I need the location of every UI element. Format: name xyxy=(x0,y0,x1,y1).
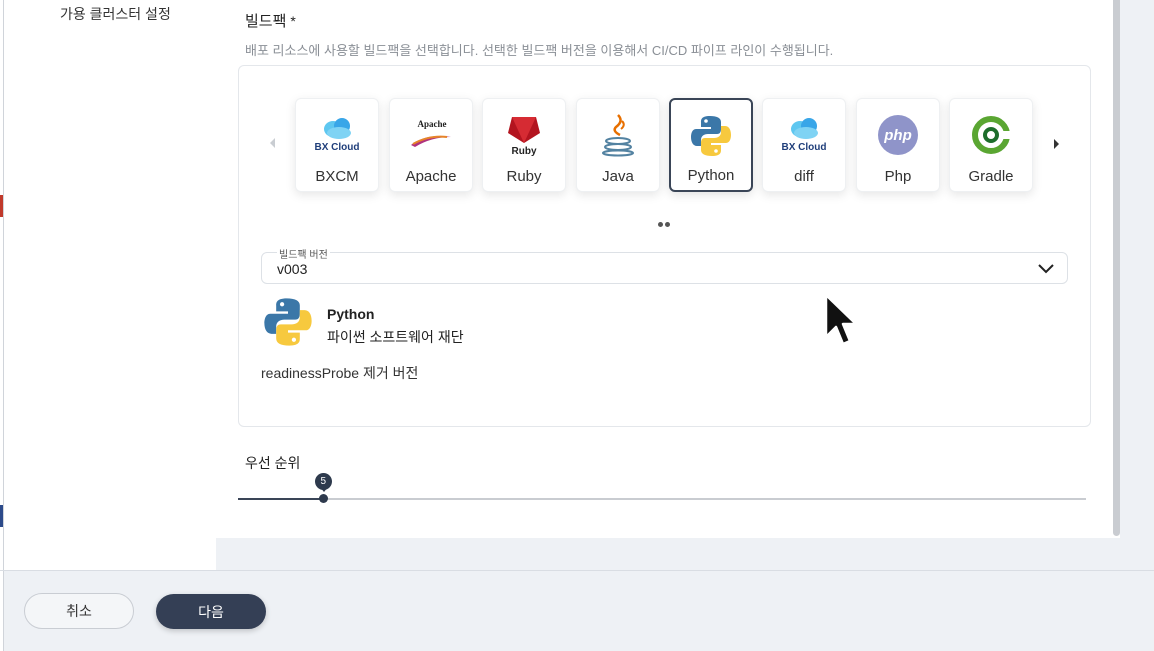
svg-text:php: php xyxy=(883,127,912,144)
scrollbar[interactable] xyxy=(1113,0,1120,536)
cancel-button[interactable]: 취소 xyxy=(24,593,134,629)
svg-text:BX Cloud: BX Cloud xyxy=(782,142,827,153)
python-icon xyxy=(262,296,314,348)
buildpack-detail-name: Python xyxy=(327,306,375,322)
buildpack-card-gradle[interactable]: Gradle xyxy=(949,98,1033,192)
buildpack-version-select[interactable]: 빌드팩 버전 v003 xyxy=(261,246,1068,284)
chevron-down-icon[interactable] xyxy=(1037,259,1055,282)
next-button[interactable]: 다음 xyxy=(156,594,266,629)
buildpack-title: 빌드팩 * xyxy=(245,13,296,30)
priority-slider-thumb[interactable] xyxy=(318,494,328,503)
svg-text:Apache: Apache xyxy=(418,119,447,129)
buildpack-version-label: 빌드팩 버전 xyxy=(277,246,330,261)
sidebar-item-cluster-settings[interactable]: 가용 클러스터 설정 xyxy=(60,4,171,24)
apache-icon: Apache xyxy=(407,113,455,157)
buildpack-detail-vendor: 파이썬 소프트웨어 재단 xyxy=(327,329,464,345)
priority-slider[interactable]: 5 xyxy=(238,473,1086,503)
buildpack-version-value: v003 xyxy=(277,261,308,277)
required-mark: * xyxy=(290,13,296,29)
buildpack-card-php[interactable]: php Php xyxy=(856,98,940,192)
ruby-icon: Ruby xyxy=(500,113,548,157)
buildpack-card-python[interactable]: Python xyxy=(669,98,753,192)
java-icon xyxy=(594,113,642,157)
buildpack-card-label: BXCM xyxy=(315,168,359,185)
buildpack-card-label: Python xyxy=(687,167,735,184)
buildpack-card-label: Java xyxy=(602,168,634,185)
python-icon xyxy=(687,114,735,158)
buildpack-card-label: Ruby xyxy=(506,168,542,185)
buildpack-card-label: Apache xyxy=(405,168,457,185)
carousel-pagination[interactable] xyxy=(658,214,672,232)
priority-value-tooltip: 5 xyxy=(314,473,332,492)
mouse-cursor-icon xyxy=(822,293,858,354)
buildpack-card-label: diff xyxy=(794,168,814,185)
footer-divider xyxy=(0,570,1154,571)
priority-slider-fill xyxy=(238,498,323,500)
carousel-prev-icon[interactable] xyxy=(270,138,275,148)
buildpack-card-java[interactable]: Java xyxy=(576,98,660,192)
bxcloud-icon: BX Cloud xyxy=(780,113,828,157)
sidebar: 가용 클러스터 설정 xyxy=(4,0,216,570)
buildpack-card-label: Gradle xyxy=(968,168,1014,185)
php-icon: php xyxy=(874,113,922,157)
svg-text:Ruby: Ruby xyxy=(512,146,537,157)
buildpack-card-apache[interactable]: Apache Apache xyxy=(389,98,473,192)
buildpack-card-label: Php xyxy=(884,168,912,185)
buildpack-card-bxcm[interactable]: BX Cloud BXCM xyxy=(295,98,379,192)
buildpack-detail-description: readinessProbe 제거 버전 xyxy=(261,365,419,381)
svg-text:BX Cloud: BX Cloud xyxy=(315,142,360,153)
bxcloud-icon: BX Cloud xyxy=(313,113,361,157)
priority-label: 우선 순위 xyxy=(245,455,301,471)
buildpack-card-ruby[interactable]: Ruby Ruby xyxy=(482,98,566,192)
carousel-next-icon[interactable] xyxy=(1054,139,1059,149)
buildpack-card-diff[interactable]: BX Cloud diff xyxy=(762,98,846,192)
gradle-icon xyxy=(967,113,1015,157)
buildpack-description: 배포 리소스에 사용할 빌드팩을 선택합니다. 선택한 빌드팩 버전을 이용해서… xyxy=(245,43,834,58)
